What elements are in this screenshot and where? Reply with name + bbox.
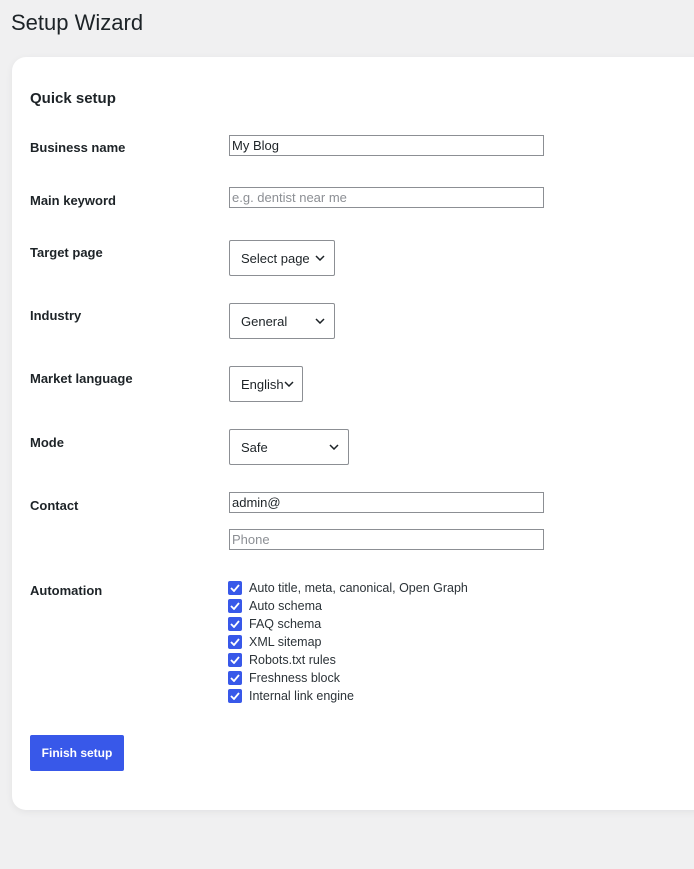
checkmark-icon [230, 638, 240, 646]
checkbox-label: Robots.txt rules [249, 653, 336, 667]
checkbox-label: FAQ schema [249, 617, 322, 631]
automation-option[interactable]: Auto schema [228, 597, 468, 615]
business-name-label: Business name [30, 140, 126, 155]
checkbox-checked[interactable] [228, 617, 242, 631]
checkmark-icon [230, 656, 240, 664]
checkbox-label: XML sitemap [249, 635, 322, 649]
page-title: Setup Wizard [11, 10, 144, 35]
market-language-value: English [241, 376, 284, 392]
automation-option[interactable]: FAQ schema [228, 615, 468, 633]
automation-option[interactable]: Internal link engine [228, 687, 468, 705]
automation-option[interactable]: Robots.txt rules [228, 651, 468, 669]
checkmark-icon [230, 674, 240, 682]
checkbox-label: Auto schema [249, 599, 322, 613]
main-keyword-input[interactable] [229, 187, 544, 208]
market-language-select[interactable]: English [229, 366, 303, 402]
target-page-value: Select page [241, 250, 310, 266]
automation-option[interactable]: XML sitemap [228, 633, 468, 651]
phone-field[interactable] [229, 529, 544, 550]
target-page-select[interactable]: Select page [229, 240, 335, 276]
market-language-label: Market language [30, 371, 133, 386]
automation-option[interactable]: Auto title, meta, canonical, Open Graph [228, 579, 468, 597]
industry-select[interactable]: General [229, 303, 335, 339]
checkmark-icon [230, 602, 240, 610]
chevron-down-icon [284, 381, 294, 387]
target-page-label: Target page [30, 245, 103, 260]
checkbox-label: Freshness block [249, 671, 341, 685]
checkbox-checked[interactable] [228, 671, 242, 685]
checkmark-icon [230, 620, 240, 628]
checkbox-checked[interactable] [228, 581, 242, 595]
automation-label: Automation [30, 583, 103, 598]
business-name-input[interactable] [229, 135, 544, 156]
checkbox-checked[interactable] [228, 635, 242, 649]
automation-option[interactable]: Freshness block [228, 669, 468, 687]
checkbox-checked[interactable] [228, 689, 242, 703]
checkbox-label: Internal link engine [249, 689, 354, 703]
automation-options: Auto title, meta, canonical, Open Graph … [228, 579, 468, 705]
finish-setup-button[interactable]: Finish setup [30, 735, 124, 771]
chevron-down-icon [315, 318, 325, 324]
email-field[interactable] [229, 492, 544, 513]
mode-value: Safe [241, 439, 268, 455]
chevron-down-icon [329, 444, 339, 450]
industry-value: General [241, 313, 288, 329]
section-title: Quick setup [30, 90, 116, 107]
checkbox-checked[interactable] [228, 599, 242, 613]
checkmark-icon [230, 584, 240, 592]
chevron-down-icon [315, 255, 325, 261]
checkbox-label: Auto title, meta, canonical, Open Graph [249, 581, 468, 595]
checkmark-icon [230, 692, 240, 700]
quick-setup-card: Quick setup Business name Main keyword T… [12, 57, 694, 810]
main-keyword-label: Main keyword [30, 193, 116, 208]
checkbox-checked[interactable] [228, 653, 242, 667]
mode-label: Mode [30, 435, 64, 450]
contact-label: Contact [30, 498, 79, 513]
industry-label: Industry [30, 308, 82, 323]
mode-select[interactable]: Safe [229, 429, 349, 465]
